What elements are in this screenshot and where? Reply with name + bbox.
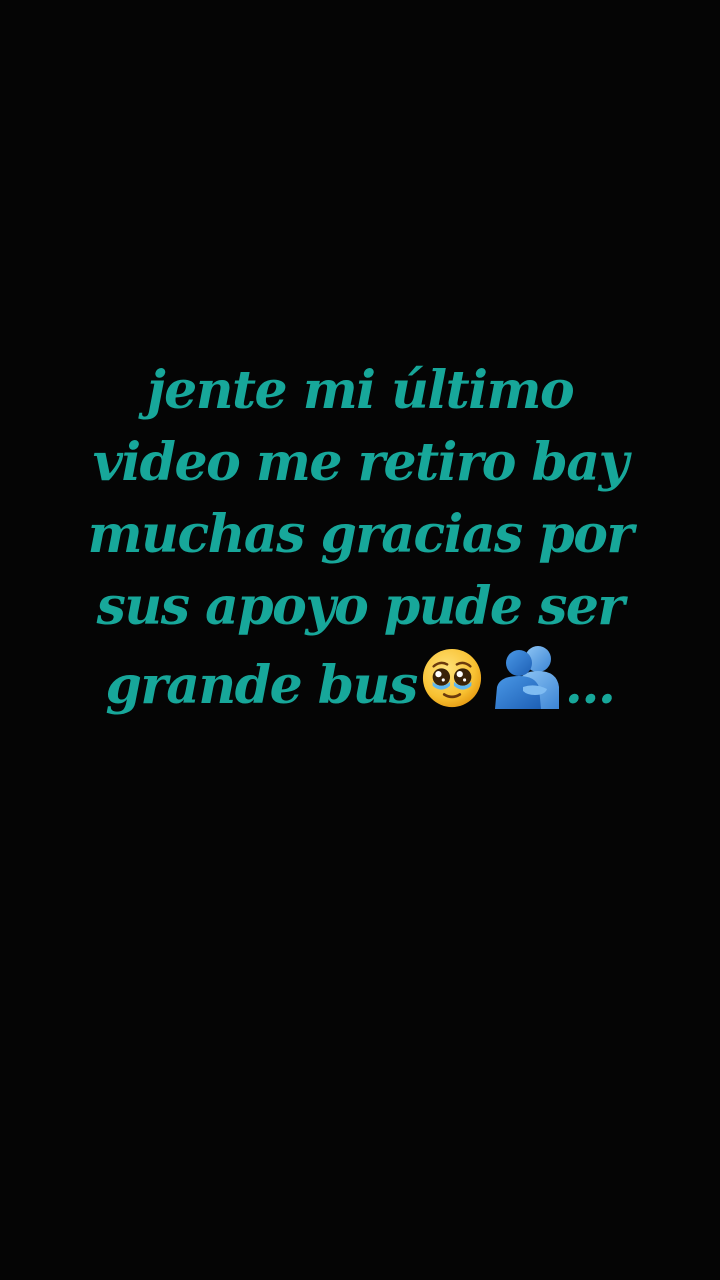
caption-line-2: video me retiro bay: [92, 432, 629, 493]
caption-text: jente mi último video me retiro bay much…: [30, 355, 690, 728]
people-hugging-icon: [491, 643, 561, 728]
video-frame: jente mi último video me retiro bay much…: [0, 0, 720, 1280]
pleading-face-with-tear-icon: [421, 647, 483, 728]
caption-ellipsis: ...: [564, 655, 616, 716]
caption-line-3: muchas gracias por: [87, 504, 634, 565]
caption-line-4: sus apoyo pude ser: [96, 576, 625, 637]
caption-line-5-text: grande bus: [105, 655, 418, 716]
caption-line-1: jente mi último: [146, 360, 575, 421]
caption-line-5: grande bus ...: [30, 643, 690, 728]
